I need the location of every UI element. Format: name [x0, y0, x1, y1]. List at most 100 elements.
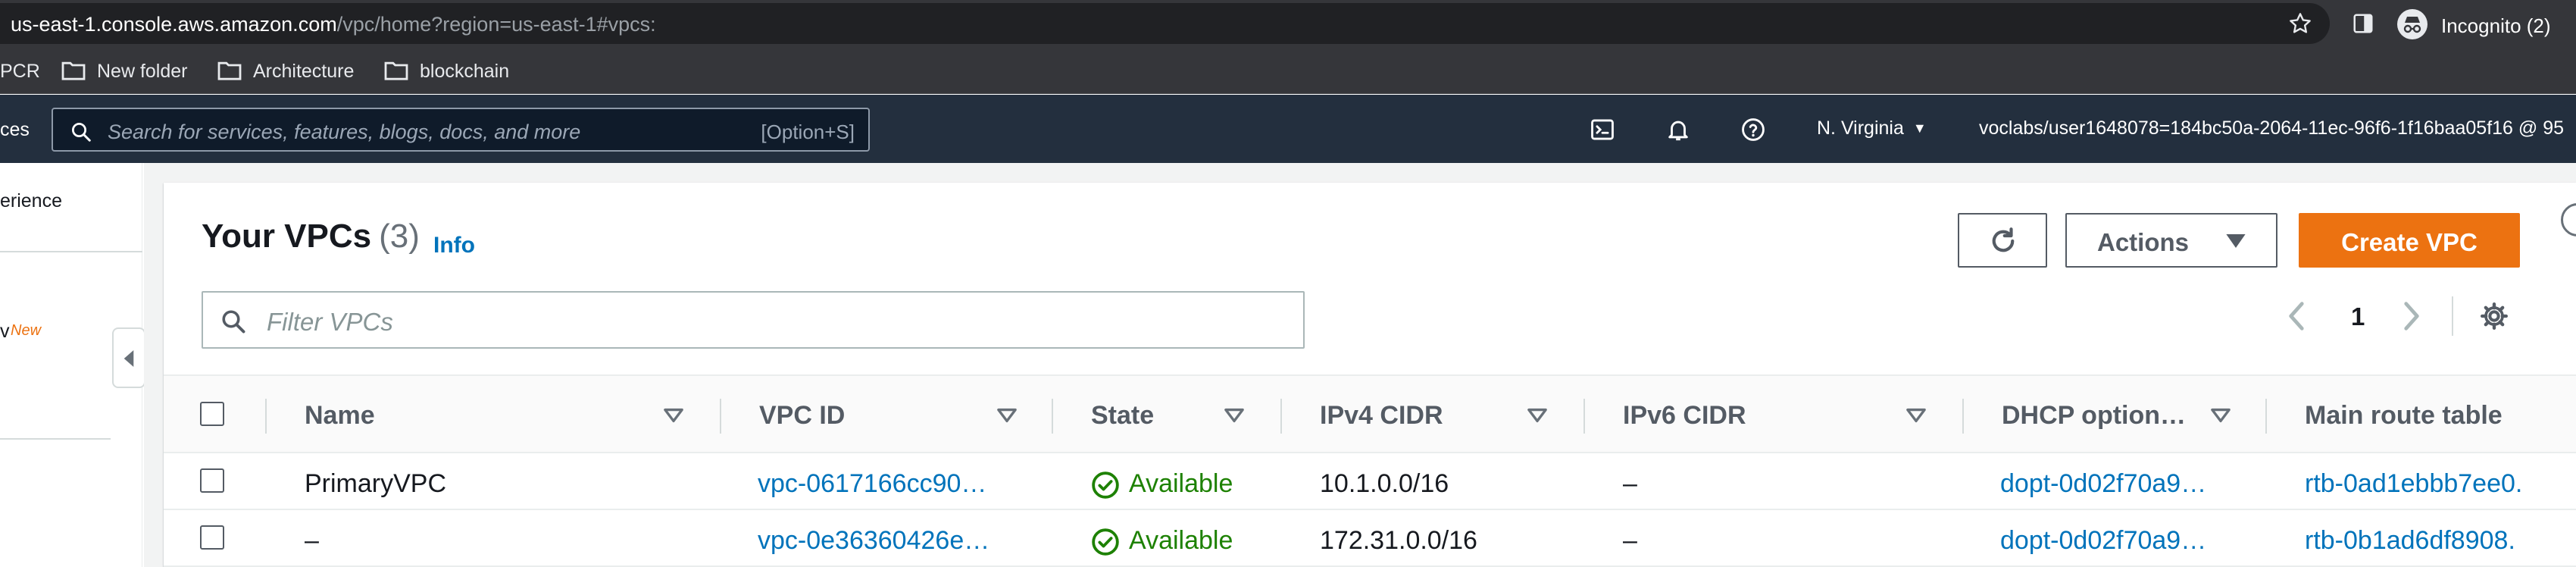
cloudshell-icon[interactable] [1590, 117, 1615, 143]
folder-icon [384, 61, 408, 80]
filter-vpcs-input[interactable]: Filter VPCs [202, 291, 1305, 349]
new-badge: New [11, 322, 42, 339]
row-checkbox[interactable] [200, 525, 224, 550]
bookmark-star-icon[interactable] [2288, 11, 2312, 36]
unified-search-input[interactable]: Search for services, features, blogs, do… [52, 108, 870, 152]
column-separator [1962, 399, 1964, 434]
cell-name: – [305, 526, 319, 555]
filter-placeholder: Filter VPCs [267, 308, 393, 336]
url-host: us-east-1.console.aws.amazon.com [11, 13, 337, 36]
aws-top-nav: ces Search for services, features, blogs… [0, 95, 2576, 163]
state-label: Available [1129, 469, 1233, 498]
info-link[interactable]: Info [433, 233, 475, 258]
page-title: Your VPCs (3) [202, 218, 420, 255]
column-header-ipv4-cidr[interactable]: IPv4 CIDR [1320, 401, 1443, 431]
profile-label: Incognito (2) [2441, 14, 2551, 37]
column-header-main-route-table[interactable]: Main route table [2305, 401, 2503, 431]
state-label: Available [1129, 526, 1233, 555]
check-circle-icon [1092, 471, 1119, 499]
side-panel-icon[interactable] [2352, 12, 2374, 35]
sort-icon[interactable] [1527, 408, 1547, 423]
search-shortcut-hint: [Option+S] [761, 121, 855, 143]
cell-name: PrimaryVPC [305, 469, 447, 498]
account-menu[interactable]: voclabs/user1648078=184bc50a-2064-11ec-9… [1979, 117, 2564, 139]
search-icon [72, 123, 91, 142]
actions-label: Actions [2097, 228, 2190, 256]
divider [0, 438, 111, 440]
column-header-state[interactable]: State [1091, 401, 1154, 431]
bookmark-label: blockchain [420, 61, 510, 82]
gear-icon[interactable] [2479, 301, 2509, 331]
incognito-icon [2397, 9, 2428, 39]
incognito-profile-button[interactable]: Incognito (2) [2394, 3, 2576, 44]
sort-icon[interactable] [2211, 408, 2231, 423]
caret-down-icon [2226, 234, 2246, 248]
check-circle-icon [1092, 528, 1119, 556]
column-separator [720, 399, 721, 434]
row-checkbox[interactable] [200, 468, 224, 493]
search-placeholder: Search for services, features, blogs, do… [108, 121, 581, 143]
vpcs-table-container: Your VPCs (3) Info Actions Create VPC Fil… [164, 183, 2576, 567]
sort-icon[interactable] [997, 408, 1017, 423]
folder-icon [61, 61, 86, 80]
new-experience-toggle[interactable]: erience [0, 190, 62, 212]
sort-icon[interactable] [1906, 408, 1926, 423]
cell-dhcp-options-link[interactable]: dopt-0d02f70a9… [2000, 526, 2206, 556]
services-menu[interactable]: ces [0, 119, 30, 141]
bookmarks-bar: PCR New folder Architecture blockchain [0, 47, 2576, 94]
cell-vpc-id-link[interactable]: vpc-0617166cc90… [758, 469, 986, 499]
caret-down-icon: ▼ [1912, 121, 1927, 136]
page-number[interactable]: 1 [2351, 302, 2365, 331]
column-separator [265, 399, 267, 434]
chevron-right-icon[interactable] [2402, 301, 2421, 331]
table-row[interactable]: – vpc-0e36360426e… Available 172.31.0.0/… [164, 510, 2576, 567]
refresh-icon [1992, 227, 2015, 252]
create-vpc-label: Create VPC [2341, 228, 2478, 256]
vpc-count: (3) [379, 218, 420, 255]
url-path: /vpc/home?region=us-east-1#vpcs: [336, 13, 656, 36]
column-separator [2265, 399, 2267, 434]
title-text: Your VPCs [202, 218, 372, 255]
divider [0, 251, 142, 252]
collapse-nav-button[interactable] [112, 327, 145, 388]
cell-ipv6-cidr: – [1623, 526, 1637, 555]
bookmark-label: New folder [97, 61, 188, 82]
help-icon[interactable] [1740, 117, 1766, 143]
chevron-left-icon[interactable] [2287, 301, 2306, 331]
cell-ipv4-cidr: 10.1.0.0/16 [1320, 469, 1449, 498]
url-text[interactable]: us-east-1.console.aws.amazon.com/vpc/hom… [11, 13, 656, 36]
divider [2452, 296, 2453, 336]
actions-dropdown-button[interactable]: Actions [2065, 213, 2277, 268]
column-header-dhcp-options[interactable]: DHCP option… [2002, 401, 2186, 431]
column-separator [1052, 399, 1053, 434]
region-selector[interactable]: N. Virginia ▼ [1817, 117, 1927, 139]
cell-ipv6-cidr: – [1623, 469, 1637, 498]
bookmark-label: PCR [0, 61, 40, 82]
search-icon [222, 310, 245, 334]
create-vpc-button[interactable]: Create VPC [2299, 213, 2520, 268]
cell-main-route-table-link[interactable]: rtb-0b1ad6df8908. [2305, 526, 2515, 556]
column-header-name[interactable]: Name [305, 401, 375, 431]
bell-icon[interactable] [1665, 117, 1691, 143]
browser-toolbar: us-east-1.console.aws.amazon.com/vpc/hom… [0, 0, 2576, 47]
cell-ipv4-cidr: 172.31.0.0/16 [1320, 526, 1477, 555]
column-header-vpc-id[interactable]: VPC ID [759, 401, 845, 431]
caret-left-icon [123, 350, 134, 367]
refresh-button[interactable] [1958, 213, 2047, 268]
column-separator [1280, 399, 1282, 434]
sort-icon[interactable] [664, 408, 683, 423]
cell-dhcp-options-link[interactable]: dopt-0d02f70a9… [2000, 469, 2206, 499]
column-header-ipv6-cidr[interactable]: IPv6 CIDR [1623, 401, 1746, 431]
table-row[interactable]: PrimaryVPC vpc-0617166cc90… Available 10… [164, 453, 2576, 510]
bookmark-label: Architecture [253, 61, 355, 82]
address-bar[interactable]: us-east-1.console.aws.amazon.com/vpc/hom… [0, 3, 2330, 44]
sort-icon[interactable] [1224, 408, 1244, 423]
main-content: Your VPCs (3) Info Actions Create VPC Fil… [144, 163, 2576, 567]
folder-icon [217, 61, 242, 80]
region-label: N. Virginia [1817, 117, 1904, 139]
cell-vpc-id-link[interactable]: vpc-0e36360426e… [758, 526, 989, 556]
nav-item-cut[interactable]: v [0, 321, 10, 343]
column-separator [1583, 399, 1585, 434]
cell-main-route-table-link[interactable]: rtb-0ad1ebbb7ee0. [2305, 469, 2522, 499]
select-all-checkbox[interactable] [200, 402, 224, 426]
